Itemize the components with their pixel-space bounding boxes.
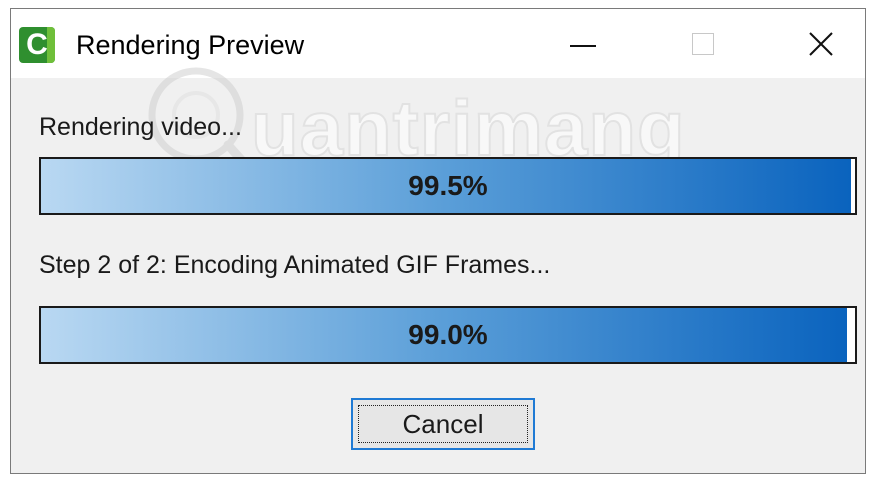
rendering-progress-text: 99.5% (408, 170, 488, 201)
close-button[interactable] (786, 21, 856, 67)
encoding-progress-text: 99.0% (408, 319, 488, 350)
encoding-progress-bar: 99.0% (39, 306, 857, 364)
camtasia-icon: C (19, 27, 55, 63)
title-bar[interactable]: C Rendering Preview (11, 9, 865, 78)
encoding-label: Step 2 of 2: Encoding Animated GIF Frame… (39, 251, 551, 279)
minimize-button[interactable] (548, 21, 618, 67)
rendering-label: Rendering video... (39, 113, 242, 141)
window-title: Rendering Preview (76, 30, 305, 60)
cancel-button-label: Cancel (402, 408, 484, 439)
cancel-button[interactable]: Cancel (351, 398, 535, 450)
minimize-icon (570, 45, 596, 47)
rendering-preview-dialog: C Rendering Preview uantrimang Rendering… (10, 8, 866, 474)
maximize-icon (692, 33, 714, 55)
rendering-progress-bar: 99.5% (39, 157, 857, 215)
close-icon (809, 32, 833, 56)
maximize-button (668, 21, 738, 67)
